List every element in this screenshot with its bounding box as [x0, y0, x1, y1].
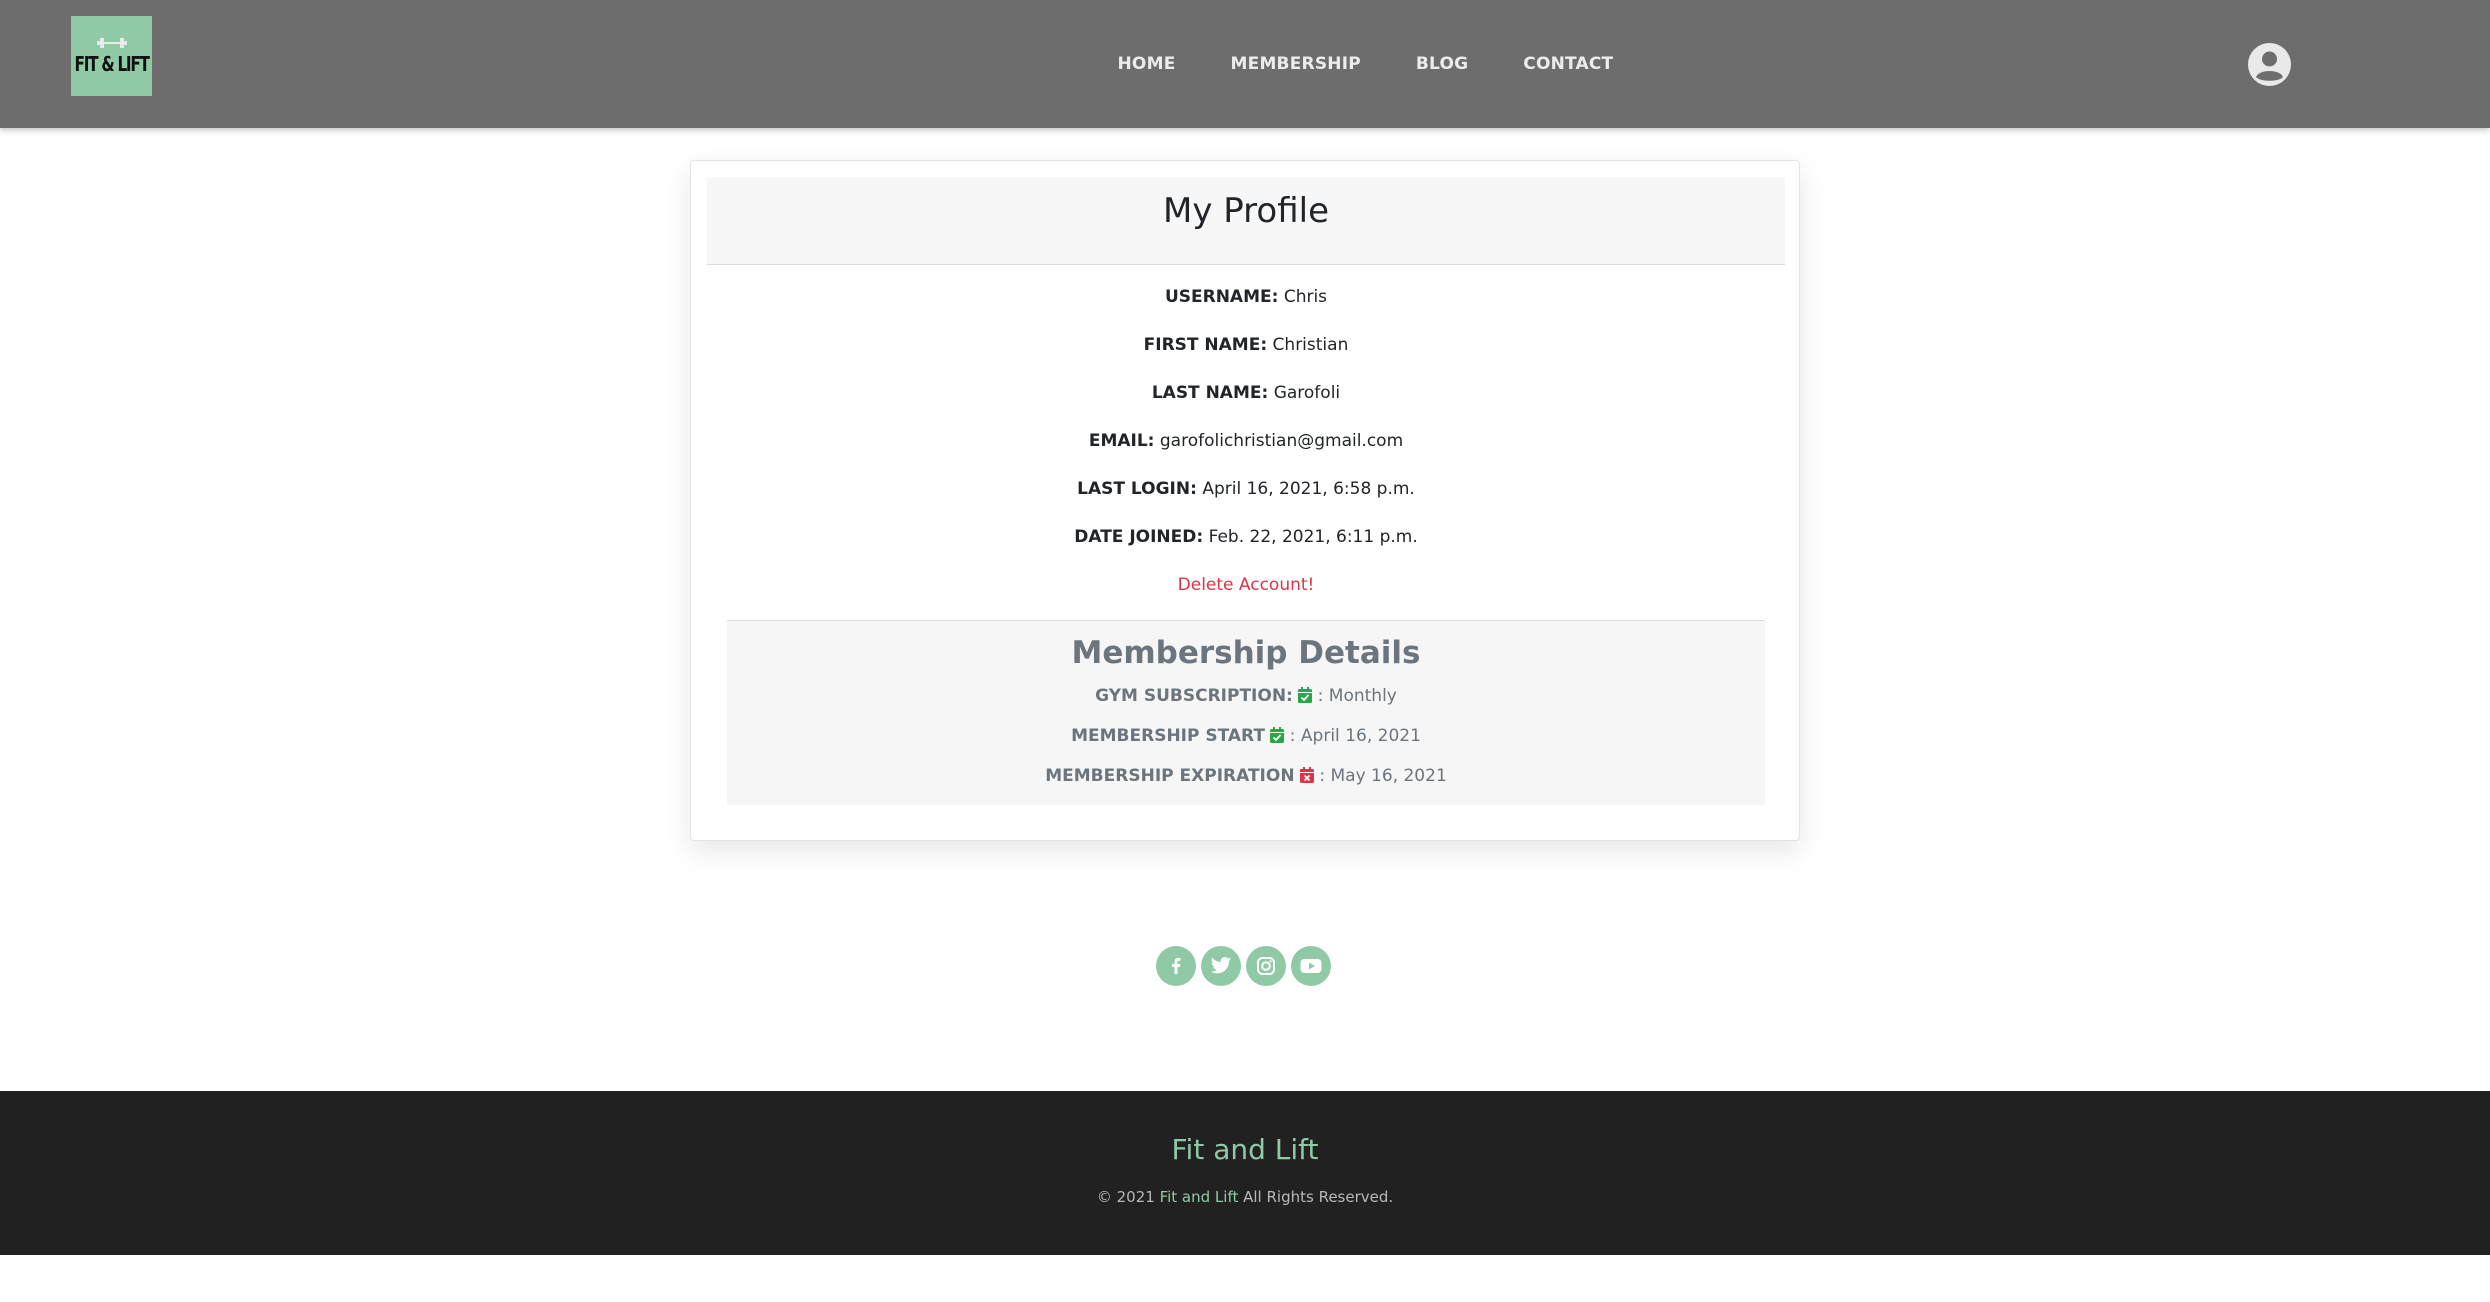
membership-label: GYM SUBSCRIPTION:: [1095, 686, 1293, 706]
membership-start-row: MEMBERSHIP START : April 16, 2021: [727, 724, 1765, 748]
membership-value: : April 16, 2021: [1289, 726, 1421, 746]
copyright-suffix: All Rights Reserved.: [1243, 1188, 1394, 1206]
membership-value: : May 16, 2021: [1319, 766, 1447, 786]
nav-contact[interactable]: CONTACT: [1496, 54, 1641, 74]
delete-account-link[interactable]: Delete Account!: [691, 573, 1801, 597]
nav-home[interactable]: HOME: [1090, 54, 1203, 74]
logo-text: FIT & LIFT: [74, 52, 149, 76]
nav-membership[interactable]: MEMBERSHIP: [1203, 54, 1388, 74]
calendar-check-icon: [1270, 727, 1285, 743]
youtube-icon[interactable]: [1291, 946, 1331, 986]
profile-card-header: My Profile: [707, 177, 1785, 265]
field-value: Chris: [1283, 287, 1328, 307]
field-label: LAST NAME:: [1151, 383, 1269, 403]
membership-details: Membership Details GYM SUBSCRIPTION: : M…: [727, 620, 1765, 805]
field-value: April 16, 2021, 6:58 p.m.: [1202, 479, 1415, 499]
field-label: LAST LOGIN:: [1077, 479, 1197, 499]
navbar: FIT & LIFT HOME MEMBERSHIP BLOG CONTACT: [0, 0, 2490, 128]
field-value: Garofoli: [1273, 383, 1341, 403]
footer: Fit and Lift © 2021 Fit and Lift All Rig…: [0, 1091, 2490, 1255]
membership-value: : Monthly: [1317, 686, 1397, 706]
calendar-check-icon: [1298, 687, 1313, 703]
field-label: DATE JOINED:: [1074, 527, 1204, 547]
membership-expiration-row: MEMBERSHIP EXPIRATION : May 16, 2021: [727, 764, 1765, 788]
gym-subscription-row: GYM SUBSCRIPTION: : Monthly: [727, 684, 1765, 708]
instagram-icon[interactable]: [1246, 946, 1286, 986]
membership-title: Membership Details: [1071, 635, 1421, 671]
page-title: My Profile: [1163, 191, 1329, 231]
last-login-row: LAST LOGIN: April 16, 2021, 6:58 p.m.: [691, 477, 1801, 501]
username-row: USERNAME: Chris: [691, 285, 1801, 309]
footer-title: Fit and Lift: [1171, 1133, 1319, 1166]
field-label: USERNAME:: [1164, 287, 1279, 307]
user-circle-icon[interactable]: [2248, 43, 2291, 86]
email-row: EMAIL: garofolichristian@gmail.com: [691, 429, 1801, 453]
membership-label: MEMBERSHIP START: [1071, 726, 1265, 746]
membership-label: MEMBERSHIP EXPIRATION: [1045, 766, 1295, 786]
field-label: EMAIL:: [1088, 431, 1155, 451]
field-value: Feb. 22, 2021, 6:11 p.m.: [1208, 527, 1418, 547]
social-links: [1156, 946, 1331, 986]
twitter-icon[interactable]: [1201, 946, 1241, 986]
first-name-row: FIRST NAME: Christian: [691, 333, 1801, 357]
nav-blog[interactable]: BLOG: [1388, 54, 1495, 74]
last-name-row: LAST NAME: Garofoli: [691, 381, 1801, 405]
field-value: garofolichristian@gmail.com: [1159, 431, 1404, 451]
brand-logo[interactable]: FIT & LIFT: [71, 16, 152, 96]
main-nav: HOME MEMBERSHIP BLOG CONTACT: [1090, 0, 1641, 128]
dumbbell-icon: [96, 38, 127, 48]
footer-copyright: © 2021 Fit and Lift All Rights Reserved.: [0, 1188, 2490, 1206]
field-label: FIRST NAME:: [1143, 335, 1268, 355]
calendar-times-icon: [1299, 767, 1314, 783]
footer-brand-link[interactable]: Fit and Lift: [1160, 1188, 1239, 1206]
profile-card: My Profile USERNAME: Chris FIRST NAME: C…: [690, 160, 1800, 841]
date-joined-row: DATE JOINED: Feb. 22, 2021, 6:11 p.m.: [691, 525, 1801, 549]
copyright-prefix: © 2021: [1096, 1188, 1155, 1206]
field-value: Christian: [1272, 335, 1349, 355]
facebook-icon[interactable]: [1156, 946, 1196, 986]
